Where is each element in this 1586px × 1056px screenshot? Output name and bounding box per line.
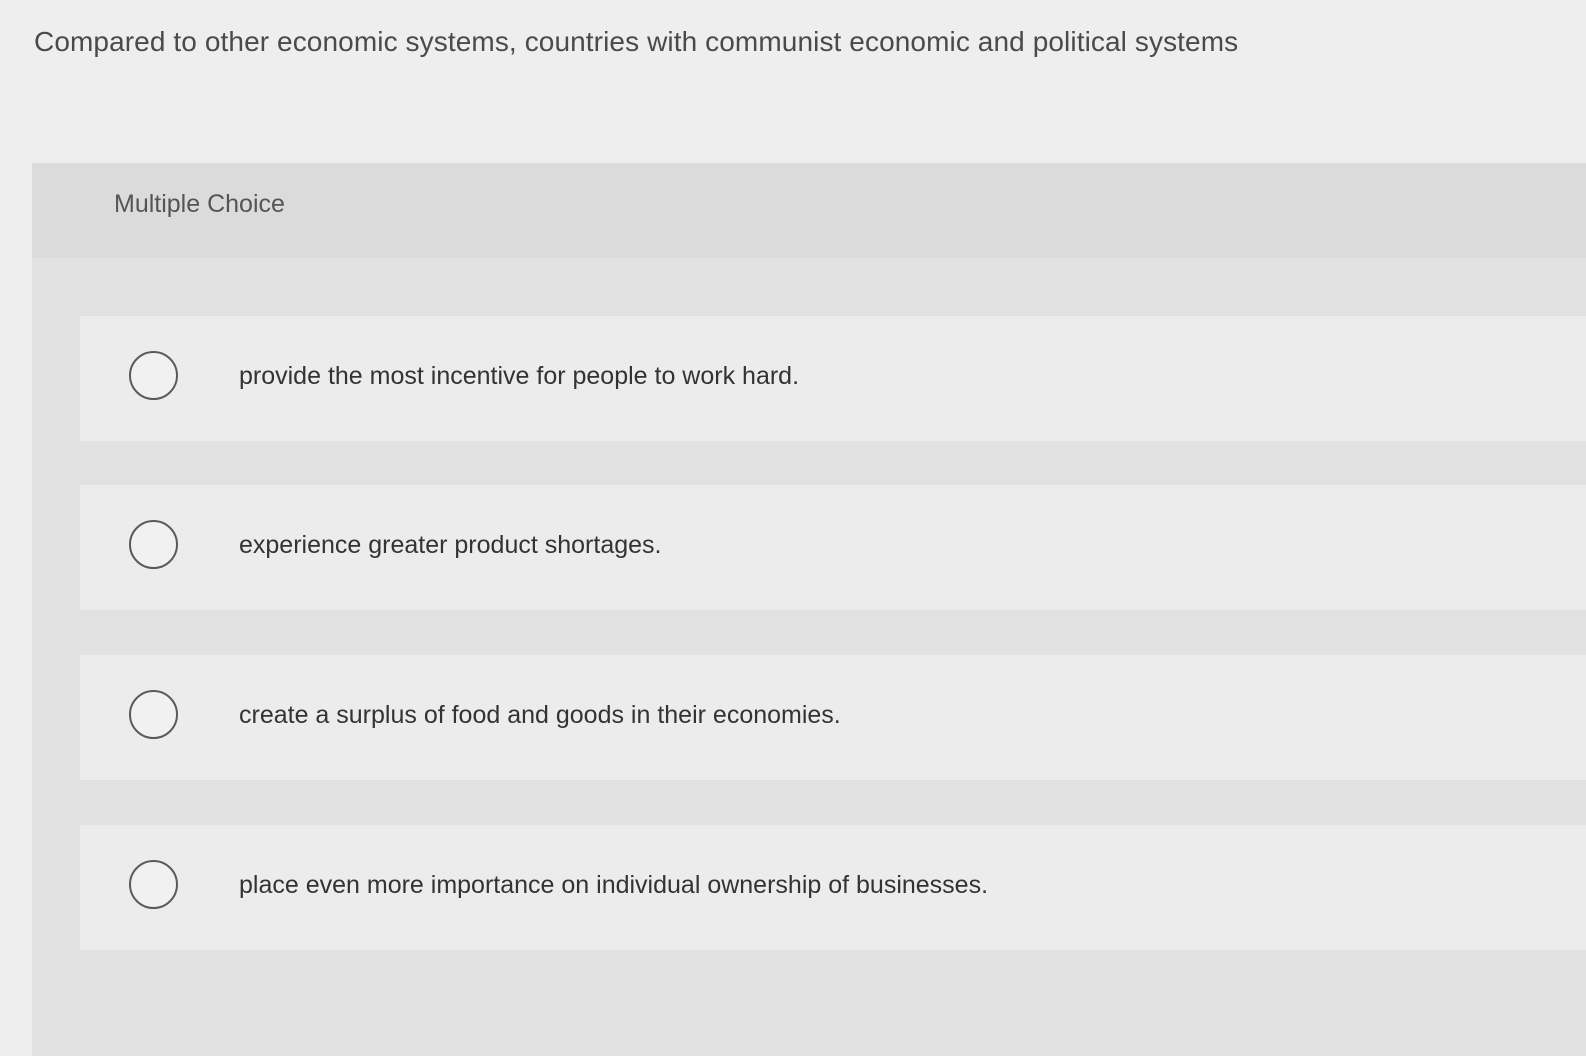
answer-option-label: experience greater product shortages. [239,531,662,559]
answer-option-d[interactable]: place even more importance on individual… [80,825,1586,950]
answer-panel: Multiple Choice provide the most incenti… [32,163,1586,1056]
answer-option-label: provide the most incentive for people to… [239,362,800,390]
radio-button-icon[interactable] [129,520,178,569]
question-type-label: Multiple Choice [114,190,285,218]
answer-option-b[interactable]: experience greater product shortages. [80,485,1586,610]
radio-button-icon[interactable] [129,860,178,909]
answer-option-label: place even more importance on individual… [239,871,989,899]
answer-option-label: create a surplus of food and goods in th… [239,701,841,729]
radio-button-icon[interactable] [129,351,178,400]
question-text: Compared to other economic systems, coun… [34,26,1239,57]
radio-button-icon[interactable] [129,690,178,739]
answer-option-c[interactable]: create a surplus of food and goods in th… [80,655,1586,780]
answer-option-a[interactable]: provide the most incentive for people to… [80,316,1586,441]
answer-panel-header: Multiple Choice [32,163,1586,258]
